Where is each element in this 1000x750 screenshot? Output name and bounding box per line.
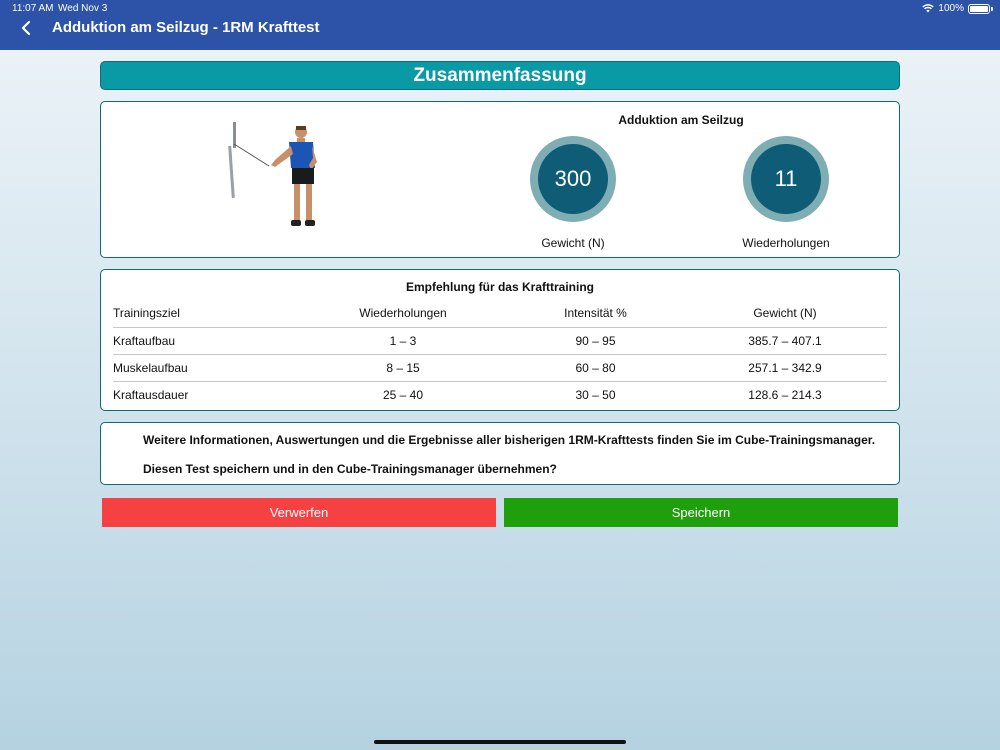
- table-header-row: Trainingsziel Wiederholungen Intensität …: [113, 300, 887, 328]
- battery-percentage: 100%: [938, 3, 964, 14]
- save-question: Diesen Test speichern und in den Cube-Tr…: [143, 462, 557, 476]
- exercise-illustration: [228, 122, 317, 226]
- status-indicators: 100%: [922, 3, 993, 14]
- weight-stat: 300 Gewicht (N): [493, 136, 653, 250]
- table-cell: Kraftaufbau: [113, 327, 298, 355]
- table-row: Kraftaufbau 1 – 3 90 – 95 385.7 – 407.1: [113, 327, 887, 355]
- info-card: Weitere Informationen, Auswertungen und …: [100, 422, 900, 485]
- table-cell: 30 – 50: [575, 387, 616, 402]
- weight-ring: 300: [530, 136, 616, 222]
- table-cell: Kraftausdauer: [113, 387, 189, 402]
- status-date: Wed Nov 3: [58, 3, 108, 14]
- weight-value: 300: [538, 144, 608, 214]
- recommendation-title: Empfehlung für das Krafttraining: [405, 280, 594, 294]
- back-button[interactable]: [14, 16, 38, 40]
- page-title: Adduktion am Seilzug - 1RM Krafttest: [52, 19, 320, 36]
- table-cell: 60 – 80: [508, 354, 683, 382]
- table-row: Kraftausdauer 25 – 40 30 – 50 128.6 – 21…: [113, 381, 887, 408]
- recommendation-card: Empfehlung für das Krafttraining Trainin…: [100, 269, 900, 411]
- summary-card: Adduktion am Seilzug 300 Gewicht (N) 11 …: [100, 101, 900, 258]
- weight-label: Gewicht (N): [541, 236, 605, 250]
- table-cell: Muskelaufbau: [113, 354, 298, 382]
- save-button[interactable]: Speichern: [504, 498, 898, 527]
- reps-stat: 11 Wiederholungen: [706, 136, 866, 250]
- column-header: Intensität %: [508, 300, 683, 328]
- column-header: Gewicht (N): [683, 300, 887, 328]
- recommendation-table: Trainingsziel Wiederholungen Intensität …: [113, 300, 887, 408]
- reps-value: 11: [751, 144, 821, 214]
- discard-button[interactable]: Verwerfen: [102, 498, 496, 527]
- table-cell: 25 – 40: [382, 387, 424, 402]
- table-cell: 385.7 – 407.1: [683, 327, 887, 355]
- reps-ring: 11: [743, 136, 829, 222]
- summary-header: Zusammenfassung: [100, 61, 900, 90]
- table-cell: 128.6 – 214.3: [748, 387, 822, 402]
- column-header: Trainingsziel: [113, 300, 298, 328]
- table-cell: 257.1 – 342.9: [683, 354, 887, 382]
- table-row: Muskelaufbau 8 – 15 60 – 80 257.1 – 342.…: [113, 354, 887, 382]
- column-header: Wiederholungen: [298, 300, 508, 328]
- battery-icon: [968, 3, 993, 14]
- wifi-icon: [922, 4, 935, 13]
- chevron-left-icon: [21, 20, 31, 36]
- exercise-title: Adduktion am Seilzug: [618, 113, 744, 127]
- table-cell: 1 – 3: [298, 327, 508, 355]
- table-cell: 90 – 95: [508, 327, 683, 355]
- info-text: Weitere Informationen, Auswertungen und …: [143, 433, 876, 447]
- table-cell: 8 – 15: [298, 354, 508, 382]
- status-time: 11:07 AM: [12, 3, 54, 14]
- navigation-bar: 11:07 AM Wed Nov 3 100% Adduktion am Sei…: [0, 0, 1000, 50]
- home-indicator: [374, 740, 626, 744]
- reps-label: Wiederholungen: [742, 236, 830, 250]
